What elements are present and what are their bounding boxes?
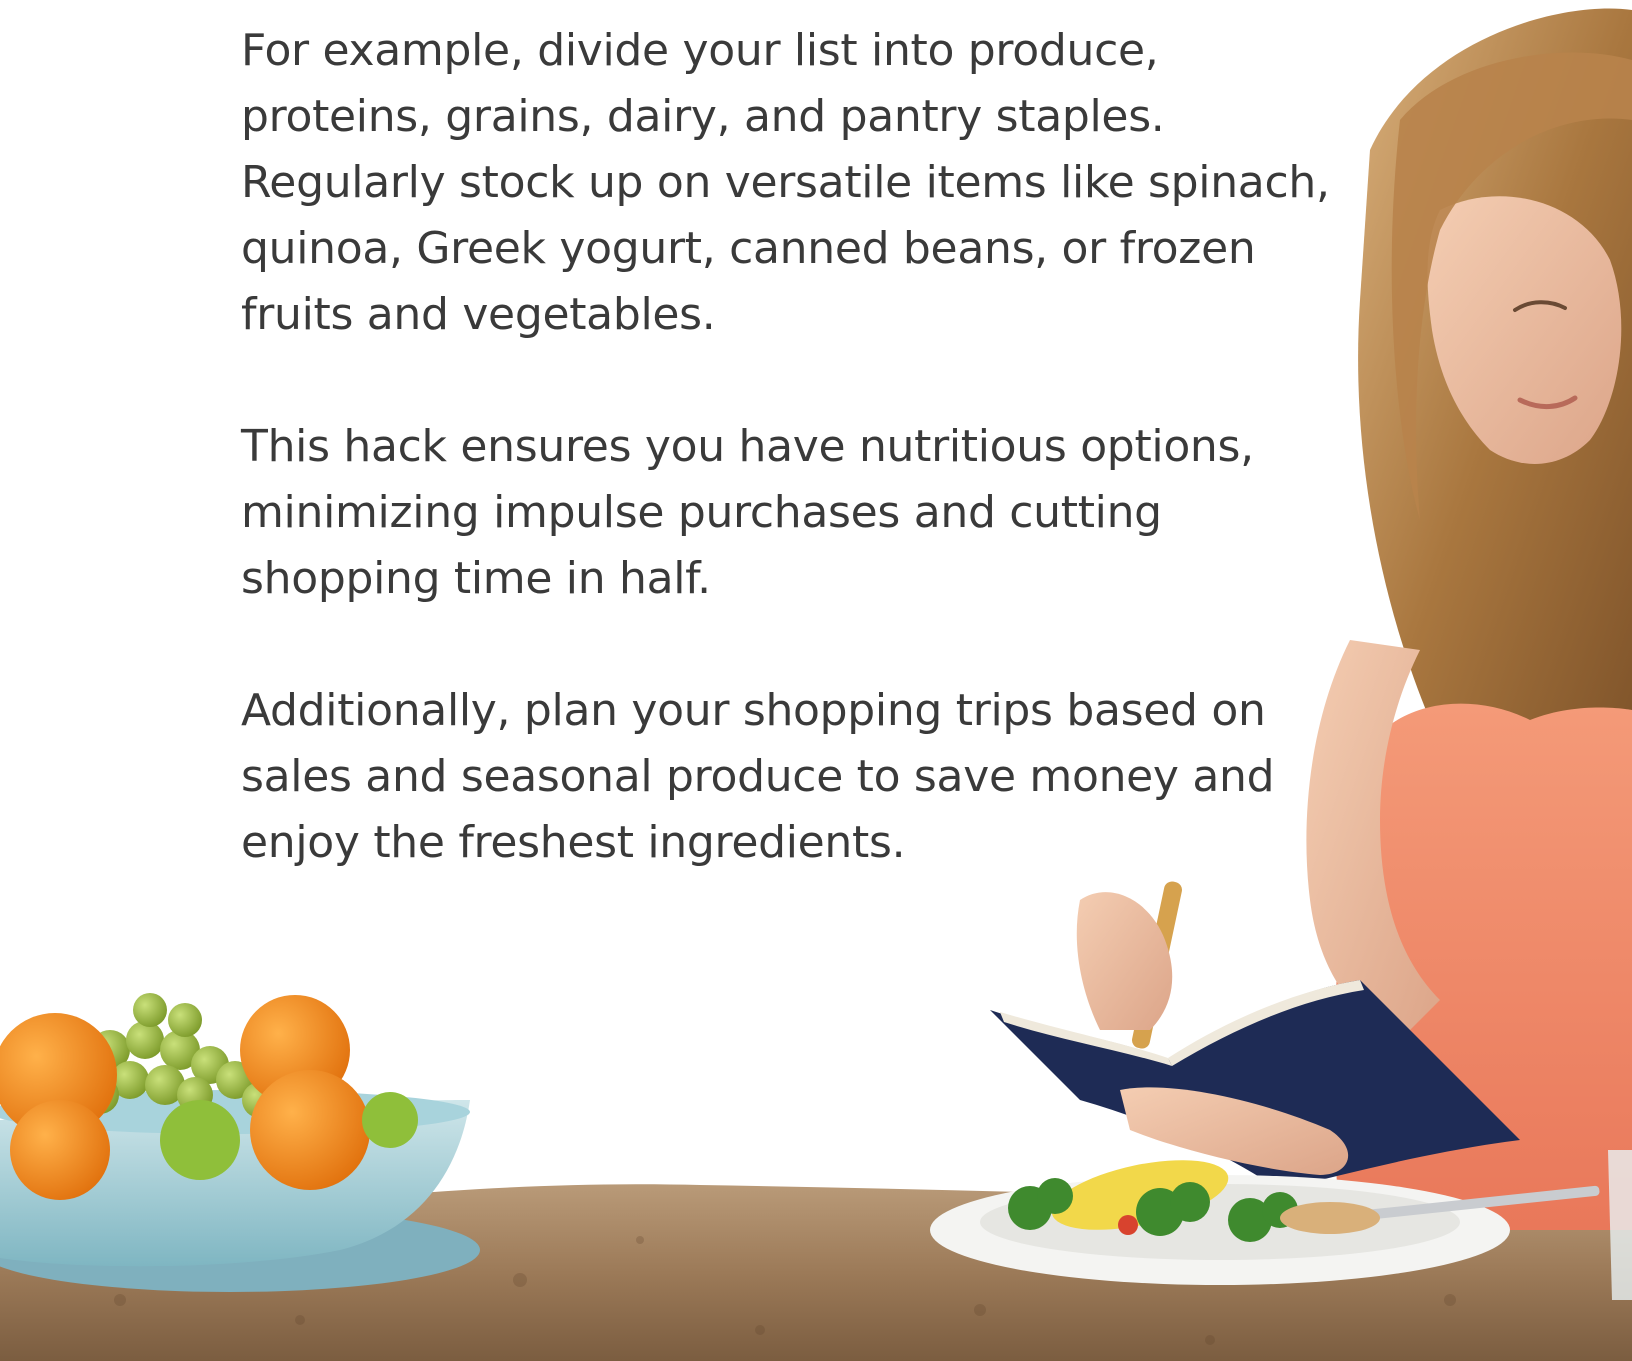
paragraph-plan-trips: Additionally, plan your shopping trips b… (241, 685, 1275, 868)
glass (1608, 1150, 1632, 1300)
paragraph-hack-benefits: This hack ensures you have nutritious op… (241, 421, 1254, 604)
paragraph-grocery-categories: For example, divide your list into produ… (241, 25, 1330, 340)
page: For example, divide your list into produ… (0, 0, 1632, 1361)
article-body: For example, divide your list into produ… (241, 18, 1351, 942)
